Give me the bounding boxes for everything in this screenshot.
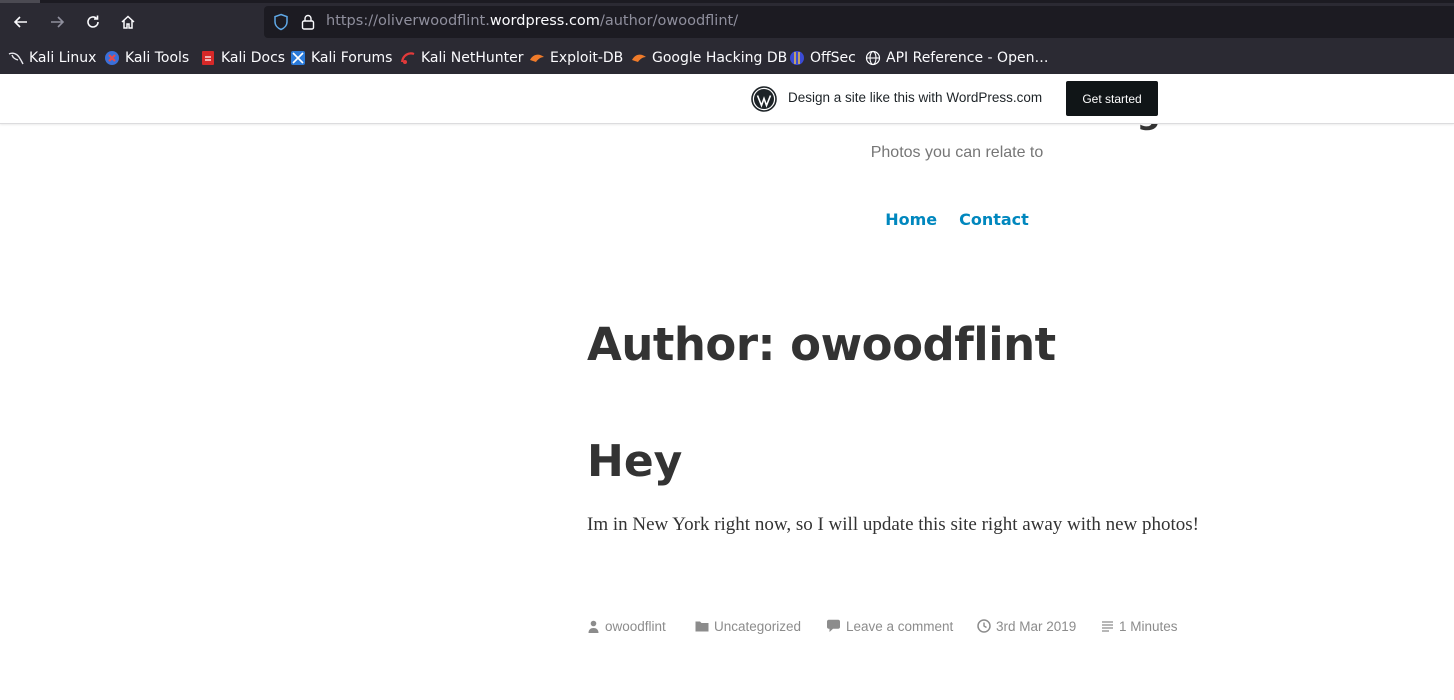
bookmark-label: Kali NetHunter [421, 50, 524, 66]
bookmark-kali-docs[interactable]: Kali Docs [200, 48, 285, 68]
post-reading-time-label: 1 Minutes [1119, 618, 1178, 634]
reload-icon [87, 15, 99, 28]
text-lines-icon [1102, 621, 1113, 632]
bookmark-label: Google Hacking DB [652, 50, 788, 66]
wordpress-logo-icon[interactable] [751, 86, 777, 112]
post-category-label: Uncategorized [714, 618, 802, 634]
tracking-protection-shield-icon[interactable] [272, 13, 290, 31]
clock-icon [977, 619, 991, 633]
nav-item-home[interactable]: Home [885, 210, 937, 229]
site-tagline: Photos you can relate to [870, 144, 1044, 161]
lock-icon[interactable] [300, 13, 316, 31]
bookmark-kali-linux[interactable]: Kali Linux [8, 48, 96, 68]
arrow-right-icon [51, 16, 65, 28]
bookmark-kali-forums[interactable]: Kali Forums [290, 48, 392, 68]
bookmark-label: API Reference - Open… [886, 50, 1049, 66]
post-comments-label: Leave a comment [846, 618, 954, 634]
tab-strip [0, 0, 1454, 3]
archive-heading: Author: owoodflint [587, 318, 1056, 371]
get-started-button[interactable]: Get started [1066, 81, 1158, 116]
url-prefix: https://oliverwoodflint. [326, 13, 490, 29]
offsec-icon [789, 50, 805, 66]
post-reading-time: 1 Minutes [1101, 616, 1178, 636]
post-author-name: owoodflint [605, 618, 666, 634]
main-navigation: Home Contact [0, 210, 1454, 229]
bookmark-kali-nethunter[interactable]: Kali NetHunter [400, 48, 523, 68]
wordpress-promo-text[interactable]: Design a site like this with WordPress.c… [788, 90, 1042, 105]
bookmark-google-hacking-db[interactable]: Google Hacking DB [631, 48, 787, 68]
kali-dragon-icon [8, 50, 24, 66]
bookmark-label: Kali Docs [221, 50, 286, 66]
bookmark-api-reference[interactable]: API Reference - Open… [865, 48, 1048, 68]
bookmark-label: Kali Tools [125, 50, 190, 66]
bookmark-exploit-db[interactable]: Exploit-DB [529, 48, 623, 68]
bookmark-label: Exploit-DB [550, 50, 624, 66]
back-button[interactable] [7, 8, 35, 36]
comment-bubble-icon [827, 619, 840, 632]
bookmark-offsec[interactable]: OffSec [789, 48, 856, 68]
ghdb-icon [631, 50, 647, 66]
url-path: /author/owoodflint/ [599, 13, 739, 29]
url-text[interactable]: https://oliverwoodflint.wordpress.com/au… [326, 13, 738, 29]
bookmark-label: Kali Linux [29, 50, 97, 66]
home-icon [121, 15, 135, 29]
folder-icon [695, 621, 709, 632]
address-bar[interactable]: https://oliverwoodflint.wordpress.com/au… [264, 6, 1454, 38]
exploit-db-icon [529, 50, 545, 66]
bookmark-label: OffSec [810, 50, 856, 66]
kali-docs-icon [200, 50, 216, 66]
globe-icon [865, 50, 881, 66]
kali-forums-icon [290, 50, 306, 66]
post-date-label: 3rd Mar 2019 [996, 618, 1077, 634]
post-author[interactable]: owoodflint [587, 616, 666, 636]
active-tab-indicator[interactable] [0, 0, 40, 3]
arrow-left-icon [13, 16, 27, 28]
post-category[interactable]: Uncategorized [695, 616, 801, 636]
nethunter-icon [400, 50, 416, 66]
bookmarks-toolbar: Kali Linux Kali Tools Kali Docs Kali For… [0, 44, 1454, 72]
post-title[interactable]: Hey [587, 436, 682, 487]
post-comments-link[interactable]: Leave a comment [826, 616, 953, 636]
browser-toolbar: https://oliverwoodflint.wordpress.com/au… [0, 0, 1454, 74]
bookmark-label: Kali Forums [311, 50, 393, 66]
bookmark-kali-tools[interactable]: Kali Tools [104, 48, 189, 68]
home-button[interactable] [114, 8, 142, 36]
forward-button[interactable] [43, 8, 71, 36]
wordpress-promo-banner: Design a site like this with WordPress.c… [0, 74, 1454, 124]
url-domain: wordpress.com [489, 13, 600, 29]
person-icon [588, 620, 599, 633]
nav-item-contact[interactable]: Contact [959, 210, 1029, 229]
kali-tools-icon [104, 50, 120, 66]
post-excerpt: Im in New York right now, so I will upda… [587, 514, 1199, 535]
post-date[interactable]: 3rd Mar 2019 [977, 616, 1076, 636]
reload-button[interactable] [79, 8, 107, 36]
